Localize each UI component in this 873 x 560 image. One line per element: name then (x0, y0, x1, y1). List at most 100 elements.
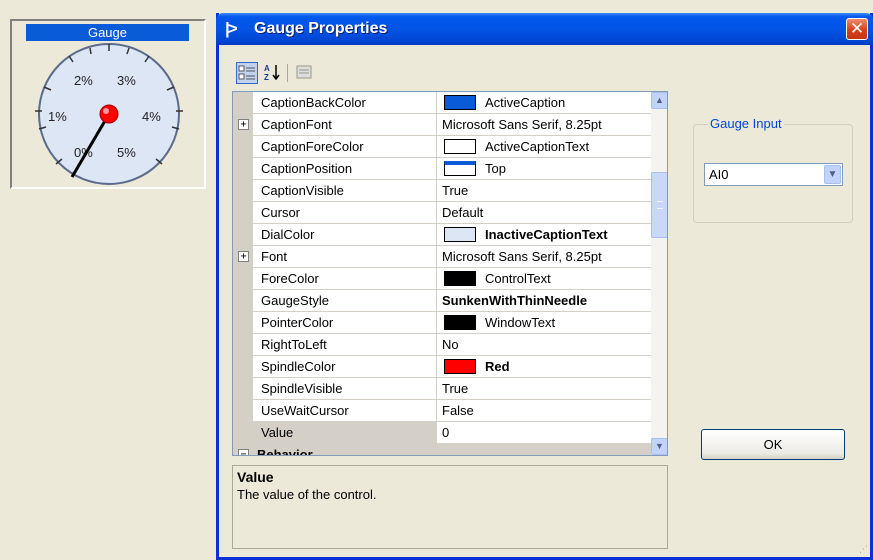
category-name: Behavior (257, 447, 313, 456)
property-value-text: Red (485, 359, 510, 374)
property-pages-button[interactable] (293, 62, 315, 84)
property-row[interactable]: GaugeStyle SunkenWithThinNeedle (233, 290, 651, 312)
property-value[interactable]: SunkenWithThinNeedle (438, 290, 651, 311)
property-value[interactable]: Default (438, 202, 651, 223)
expand-icon[interactable]: + (238, 251, 249, 262)
property-value[interactable]: 0 (438, 422, 651, 443)
property-value[interactable]: True (438, 378, 651, 399)
property-value-text: Microsoft Sans Serif, 8.25pt (442, 117, 602, 132)
tick-label: 4% (142, 109, 161, 124)
property-row[interactable]: CaptionBackColor ActiveCaption (233, 92, 651, 114)
row-margin (233, 400, 253, 422)
property-value[interactable]: ActiveCaption (438, 92, 651, 113)
row-margin (233, 158, 253, 180)
arrow-logo-icon: |> (225, 19, 238, 38)
expand-icon[interactable]: + (238, 119, 249, 130)
property-value-text: True (442, 381, 469, 396)
property-row[interactable]: ForeColor ControlText (233, 268, 651, 290)
property-name: CaptionBackColor (253, 92, 437, 113)
resize-grip-icon[interactable]: ⋰ (859, 544, 868, 555)
property-value-text: 0 (442, 425, 450, 440)
gauge-properties-dialog: |> Gauge Properties ✕ A Z CaptionBackCol… (216, 13, 873, 560)
property-value[interactable]: No (438, 334, 651, 355)
property-value[interactable]: ActiveCaptionText (438, 136, 651, 157)
row-margin (233, 378, 253, 400)
categorized-button[interactable] (236, 62, 258, 84)
property-name: Cursor (253, 202, 437, 223)
property-row[interactable]: Value 0 (233, 422, 651, 444)
vertical-scrollbar[interactable]: ▲ ▼ (651, 92, 667, 455)
color-swatch (444, 271, 476, 286)
categorized-icon (238, 65, 255, 80)
scroll-thumb[interactable] (651, 172, 667, 238)
property-value-text: Top (485, 161, 506, 176)
row-margin (233, 268, 253, 290)
row-margin: + (233, 246, 253, 268)
scroll-down-button[interactable]: ▼ (651, 438, 667, 455)
color-swatch (444, 315, 476, 330)
title-bar[interactable]: |> Gauge Properties ✕ (216, 13, 873, 45)
scroll-up-button[interactable]: ▲ (651, 92, 667, 109)
sort-az-icon: A Z (264, 64, 280, 82)
property-name: DialColor (253, 224, 437, 245)
property-name: SpindleColor (253, 356, 437, 377)
property-name: Font (253, 246, 437, 267)
collapse-icon[interactable]: − (238, 449, 249, 455)
property-value-text: ControlText (485, 271, 551, 286)
row-margin (233, 180, 253, 202)
color-swatch (444, 95, 476, 110)
property-value[interactable]: WindowText (438, 312, 651, 333)
svg-text:A: A (264, 64, 270, 73)
property-value[interactable]: ControlText (438, 268, 651, 289)
property-row[interactable]: CaptionVisible True (233, 180, 651, 202)
property-name: Value (253, 422, 437, 443)
property-value-text: ActiveCaption (485, 95, 566, 110)
property-name: CaptionVisible (253, 180, 437, 201)
property-value-text: Microsoft Sans Serif, 8.25pt (442, 249, 602, 264)
property-value[interactable]: True (438, 180, 651, 201)
gauge-input-combo[interactable]: AI0 ▼ (704, 163, 843, 186)
property-value-text: ActiveCaptionText (485, 139, 590, 154)
property-name: RightToLeft (253, 334, 437, 355)
property-value[interactable]: Microsoft Sans Serif, 8.25pt (438, 246, 651, 267)
gauge-input-group: Gauge Input AI0 ▼ (693, 116, 853, 223)
row-margin (233, 290, 253, 312)
ok-button[interactable]: OK (701, 429, 845, 460)
close-icon: ✕ (849, 19, 865, 38)
property-row[interactable]: CaptionPosition Top (233, 158, 651, 180)
category-row-behavior[interactable]: − Behavior (233, 444, 651, 456)
property-pages-icon (296, 65, 312, 79)
color-swatch (444, 161, 476, 176)
property-row[interactable]: SpindleVisible True (233, 378, 651, 400)
property-row[interactable]: DialColor InactiveCaptionText (233, 224, 651, 246)
property-row[interactable]: PointerColor WindowText (233, 312, 651, 334)
alphabetical-button[interactable]: A Z (261, 62, 283, 84)
property-row[interactable]: + CaptionFont Microsoft Sans Serif, 8.25pt (233, 114, 651, 136)
property-row[interactable]: UseWaitCursor False (233, 400, 651, 422)
property-value-text: Default (442, 205, 484, 220)
property-row[interactable]: CaptionForeColor ActiveCaptionText (233, 136, 651, 158)
gauge-control[interactable]: Gauge 2% 3% 1% 4% 0% 5% (10, 19, 206, 189)
property-value[interactable]: Red (438, 356, 651, 377)
tick-label: 2% (74, 73, 93, 88)
property-name: SpindleVisible (253, 378, 437, 399)
chevron-down-icon[interactable]: ▼ (824, 165, 841, 184)
property-value[interactable]: Microsoft Sans Serif, 8.25pt (438, 114, 651, 135)
property-row[interactable]: SpindleColor Red (233, 356, 651, 378)
description-panel: Value The value of the control. (232, 465, 668, 549)
property-value[interactable]: InactiveCaptionText (438, 224, 651, 245)
tick-label: 1% (48, 109, 67, 124)
property-value-text: True (442, 183, 469, 198)
row-margin (233, 312, 253, 334)
color-swatch (444, 359, 476, 374)
property-row[interactable]: + Font Microsoft Sans Serif, 8.25pt (233, 246, 651, 268)
close-button[interactable]: ✕ (846, 18, 868, 40)
row-margin (233, 136, 253, 158)
property-row[interactable]: Cursor Default (233, 202, 651, 224)
property-value[interactable]: Top (438, 158, 651, 179)
property-grid[interactable]: CaptionBackColor ActiveCaption + CaptionFon… (232, 91, 668, 456)
property-value[interactable]: False (438, 400, 651, 421)
property-grid-toolbar: A Z (233, 58, 353, 88)
property-row[interactable]: RightToLeft No (233, 334, 651, 356)
row-margin: + (233, 114, 253, 136)
